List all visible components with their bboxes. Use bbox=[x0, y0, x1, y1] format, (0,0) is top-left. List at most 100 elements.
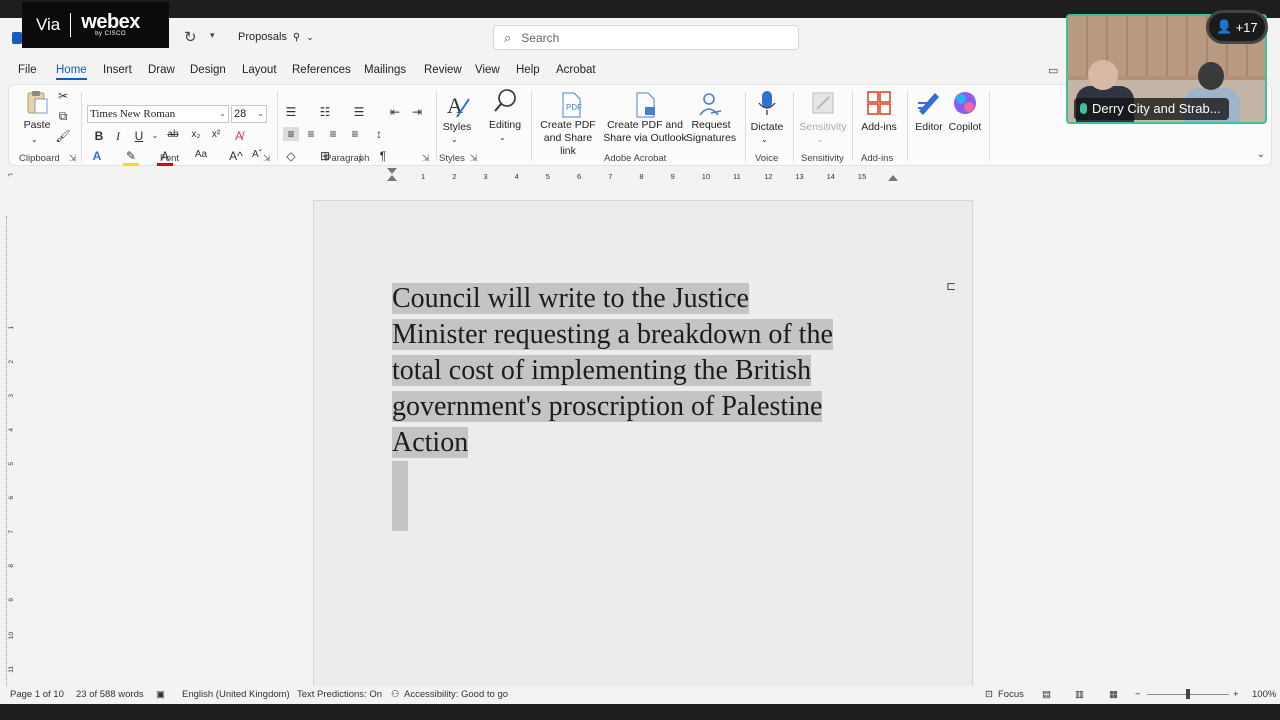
styles-icon: A bbox=[447, 93, 470, 118]
tab-home[interactable]: Home bbox=[56, 62, 87, 80]
format-painter-icon[interactable]: 🖌 bbox=[55, 129, 71, 143]
bullets-icon[interactable]: ☰ bbox=[283, 105, 299, 119]
language[interactable]: English (United Kingdom) bbox=[182, 689, 290, 700]
comments-icon[interactable]: ▭ bbox=[1048, 64, 1064, 78]
superscript-icon[interactable]: x² bbox=[208, 129, 224, 140]
zoom-out-icon[interactable]: − bbox=[1135, 689, 1141, 700]
paste-button[interactable]: Paste bbox=[23, 119, 51, 132]
zoom-level[interactable]: 100% bbox=[1252, 689, 1276, 700]
underline-icon[interactable]: U bbox=[131, 129, 147, 143]
tab-help[interactable]: Help bbox=[516, 62, 540, 78]
document-title[interactable]: Proposals ⚲ ⌄ bbox=[238, 31, 314, 43]
chevron-down-icon[interactable]: ⌄ bbox=[817, 133, 824, 146]
print-layout-icon[interactable]: ▥ bbox=[1075, 689, 1084, 700]
multilevel-list-icon[interactable]: ☰ bbox=[351, 105, 367, 119]
search-icon: ⌕ bbox=[504, 29, 512, 45]
tab-mailings[interactable]: Mailings bbox=[364, 62, 406, 78]
page-count[interactable]: Page 1 of 10 bbox=[10, 689, 64, 700]
show-formatting-icon[interactable]: ¶ bbox=[375, 149, 391, 163]
tab-layout[interactable]: Layout bbox=[242, 62, 277, 78]
align-center-icon[interactable]: ≡ bbox=[303, 127, 319, 141]
tab-file[interactable]: File bbox=[18, 62, 37, 78]
read-mode-icon[interactable]: ▤ bbox=[1042, 689, 1051, 700]
align-right-icon[interactable]: ≡ bbox=[325, 127, 341, 141]
font-size-field[interactable]: 28 ⌄ bbox=[231, 105, 267, 123]
font-launcher-icon[interactable]: ⇲ bbox=[263, 153, 271, 164]
clear-formatting-icon[interactable]: A̸ bbox=[231, 129, 247, 143]
document-page[interactable]: Council will write to the Justice Ministe… bbox=[313, 200, 973, 710]
search-box[interactable]: ⌕ Search bbox=[493, 25, 799, 50]
numbering-icon[interactable]: ☷ bbox=[317, 105, 333, 119]
styles-launcher-icon[interactable]: ⇲ bbox=[470, 153, 478, 164]
highlight-icon[interactable]: ✎ bbox=[123, 149, 139, 166]
proofing-icon[interactable]: ▣ bbox=[156, 689, 165, 700]
editor-button[interactable]: Editor bbox=[909, 121, 949, 134]
text-effects-icon[interactable]: A bbox=[89, 149, 105, 163]
horizontal-ruler[interactable]: 1 2 3 4 5 6 7 8 9 10 11 12 13 14 15 bbox=[313, 168, 973, 182]
create-pdf-share-button[interactable]: Create PDF and Share link bbox=[535, 119, 601, 158]
tab-insert[interactable]: Insert bbox=[103, 62, 132, 78]
redo-icon[interactable]: ↻ bbox=[184, 28, 197, 46]
subscript-icon[interactable]: x₂ bbox=[188, 129, 204, 140]
vertical-ruler-tick-label: 8 bbox=[8, 564, 15, 568]
customize-toolbar-icon[interactable]: ▾ bbox=[210, 30, 215, 41]
word-count[interactable]: 23 of 588 words bbox=[76, 689, 144, 700]
left-indent-marker[interactable] bbox=[387, 175, 397, 181]
change-case-icon[interactable]: Aa bbox=[193, 149, 209, 160]
request-signatures-button[interactable]: Request Signatures bbox=[683, 119, 739, 145]
chevron-down-icon[interactable]: ⌄ bbox=[451, 133, 458, 146]
document-text-line: total cost of implementing the British bbox=[392, 355, 812, 386]
group-divider bbox=[907, 91, 908, 161]
focus-icon[interactable]: ⊡ bbox=[985, 689, 993, 700]
tab-review[interactable]: Review bbox=[424, 62, 462, 78]
align-left-icon[interactable]: ≡ bbox=[283, 127, 299, 141]
italic-icon[interactable]: I bbox=[110, 129, 126, 144]
shading-icon[interactable]: ◇ bbox=[283, 149, 299, 163]
ruler-tick-label: 12 bbox=[764, 172, 773, 181]
copy-icon[interactable]: ⧉ bbox=[55, 109, 71, 124]
first-line-indent-marker[interactable] bbox=[387, 168, 397, 174]
web-layout-icon[interactable]: ▦ bbox=[1109, 689, 1118, 700]
create-pdf-share-label-1: Create PDF bbox=[540, 119, 596, 131]
increase-indent-icon[interactable]: ⇥ bbox=[409, 105, 425, 119]
create-pdf-outlook-button[interactable]: Create PDF and Share via Outlook bbox=[603, 119, 687, 145]
justify-icon[interactable]: ≡ bbox=[347, 127, 363, 141]
document-body[interactable]: Council will write to the Justice Ministe… bbox=[392, 281, 892, 461]
clipboard-launcher-icon[interactable]: ⇲ bbox=[69, 153, 77, 164]
tab-references[interactable]: References bbox=[292, 62, 351, 78]
document-text-line: government's proscription of Palestine bbox=[392, 391, 823, 422]
decrease-indent-icon[interactable]: ⇤ bbox=[387, 105, 403, 119]
collapse-ribbon-icon[interactable]: ⌄ bbox=[1257, 149, 1265, 160]
new-comment-icon[interactable]: ⊏ bbox=[946, 279, 956, 293]
zoom-slider-thumb[interactable] bbox=[1186, 689, 1190, 699]
chevron-down-icon[interactable]: ⌄ bbox=[761, 133, 768, 146]
focus-button[interactable]: Focus bbox=[998, 689, 1024, 700]
paragraph-launcher-icon[interactable]: ⇲ bbox=[422, 153, 430, 164]
tab-draw[interactable]: Draw bbox=[148, 62, 175, 78]
chevron-down-icon[interactable]: ⌄ bbox=[147, 131, 163, 140]
vertical-ruler[interactable]: 123456789101112 bbox=[6, 216, 16, 707]
line-spacing-icon[interactable]: ↕ bbox=[371, 127, 387, 141]
tab-design[interactable]: Design bbox=[190, 62, 226, 78]
zoom-in-icon[interactable]: + bbox=[1233, 689, 1239, 700]
strikethrough-icon[interactable]: ab bbox=[165, 129, 181, 140]
document-text-line: Council will write to the Justice bbox=[392, 283, 749, 314]
copilot-button[interactable]: Copilot bbox=[945, 121, 985, 134]
accessibility-status[interactable]: Accessibility: Good to go bbox=[404, 689, 508, 700]
participants-button[interactable]: 👤 +17 bbox=[1206, 10, 1268, 44]
document-paragraph-line: Council will write to the Justice bbox=[392, 281, 892, 317]
text-predictions[interactable]: Text Predictions: On bbox=[297, 689, 382, 700]
cut-icon[interactable]: ✂ bbox=[55, 89, 71, 103]
paste-dropdown-icon[interactable]: ⌄ bbox=[31, 133, 38, 146]
tab-selector[interactable]: ⌐ bbox=[8, 169, 13, 179]
tab-acrobat[interactable]: Acrobat bbox=[556, 62, 596, 78]
grow-font-icon[interactable]: A^ bbox=[228, 149, 244, 163]
tab-view[interactable]: View bbox=[475, 62, 500, 78]
right-indent-marker[interactable] bbox=[888, 175, 898, 181]
chevron-down-icon[interactable]: ⌄ bbox=[499, 131, 506, 144]
add-ins-button[interactable]: Add-ins bbox=[855, 121, 903, 134]
bold-icon[interactable]: B bbox=[91, 129, 107, 143]
font-name-field[interactable]: Times New Roman ⌄ bbox=[87, 105, 229, 123]
document-paragraph-line: Minister requesting a breakdown of the bbox=[392, 317, 892, 353]
shared-icon: ⚲ bbox=[292, 31, 301, 43]
